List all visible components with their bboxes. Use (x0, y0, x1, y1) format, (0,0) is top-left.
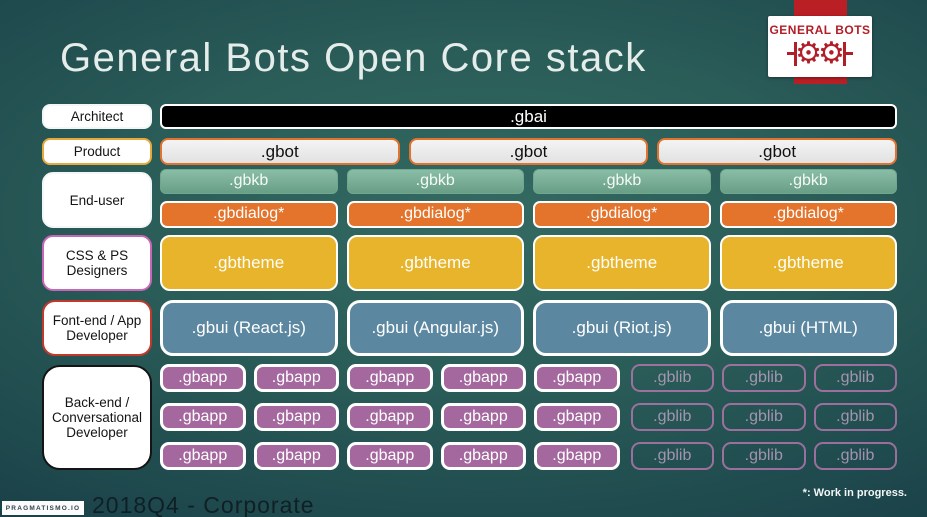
gbtheme-box: .gbtheme (160, 235, 338, 291)
gblib-box: .gblib (630, 442, 714, 470)
gblib-box: .gblib (813, 364, 897, 392)
gbai-row: .gbai (160, 104, 897, 129)
gears-icon: ⚙ ⚙ (787, 37, 853, 71)
footer-date-label: 2018Q4 - Corporate (92, 492, 315, 517)
gbkb-box: .gbkb (160, 169, 338, 194)
pragmatismo-logo: PRAGMATISMO.IO (2, 501, 84, 515)
gbapp-box: .gbapp (347, 403, 433, 431)
gbdialog-box: .gbdialog* (346, 201, 524, 228)
gblib-box: .gblib (722, 442, 806, 470)
gbapp-box: .gbapp (534, 403, 620, 431)
gear-stub-icon (787, 52, 795, 55)
gear-stub-icon (845, 52, 853, 55)
gbdialog-row: .gbdialog* .gbdialog* .gbdialog* .gbdial… (160, 201, 897, 228)
gbdialog-box: .gbdialog* (160, 201, 338, 228)
gbapp-box: .gbapp (160, 364, 246, 392)
gbkb-row: .gbkb .gbkb .gbkb .gbkb (160, 169, 897, 194)
role-architect: Architect (42, 104, 152, 129)
gbapp-box: .gbapp (160, 403, 246, 431)
gblib-box: .gblib (813, 442, 897, 470)
gbapp-gblib-row: .gbapp .gbapp .gbapp .gbapp .gbapp .gbli… (160, 364, 897, 392)
gbapp-box: .gbapp (347, 442, 433, 470)
gbot-box: .gbot (657, 138, 898, 165)
general-bots-logo: GENERAL BOTS ⚙ ⚙ (768, 16, 872, 77)
gbapp-box: .gbapp (160, 442, 246, 470)
work-in-progress-note: *: Work in progress. (802, 487, 907, 499)
gblib-box: .gblib (813, 403, 897, 431)
gbapp-box: .gbapp (253, 442, 339, 470)
gbui-riot-box: .gbui (Riot.js) (533, 300, 711, 356)
gbapp-box: .gbapp (440, 403, 526, 431)
gbui-angular-box: .gbui (Angular.js) (346, 300, 524, 356)
gblib-box: .gblib (630, 364, 714, 392)
gbui-html-box: .gbui (HTML) (719, 300, 897, 356)
role-backend-conversational-developer: Back-end / Conversational Developer (42, 365, 152, 470)
gbdialog-box: .gbdialog* (533, 201, 711, 228)
page-title: General Bots Open Core stack (60, 36, 647, 80)
slide-canvas: GENERAL BOTS ⚙ ⚙ General Bots Open Core … (0, 0, 927, 517)
gbapp-box: .gbapp (347, 364, 433, 392)
gbtheme-box: .gbtheme (719, 235, 897, 291)
gbapp-gblib-row: .gbapp .gbapp .gbapp .gbapp .gbapp .gbli… (160, 403, 897, 431)
gbot-row: .gbot .gbot .gbot (160, 138, 898, 165)
role-product: Product (42, 138, 152, 165)
gbapp-box: .gbapp (253, 403, 339, 431)
role-css-ps-designers: CSS & PS Designers (42, 235, 152, 291)
gblib-box: .gblib (722, 364, 806, 392)
gbai-box: .gbai (160, 104, 897, 129)
gbkb-box: .gbkb (533, 169, 711, 194)
gblib-box: .gblib (630, 403, 714, 431)
gbapp-gblib-row: .gbapp .gbapp .gbapp .gbapp .gbapp .gbli… (160, 442, 897, 470)
gbot-box: .gbot (160, 138, 400, 165)
gblib-box: .gblib (722, 403, 806, 431)
gbapp-box: .gbapp (440, 364, 526, 392)
gbtheme-row: .gbtheme .gbtheme .gbtheme .gbtheme (160, 235, 897, 291)
role-end-user: End-user (42, 172, 152, 228)
gbapp-box: .gbapp (440, 442, 526, 470)
gbot-box: .gbot (408, 138, 649, 165)
gbui-react-box: .gbui (React.js) (160, 300, 338, 356)
gbapp-box: .gbapp (253, 364, 339, 392)
gbkb-box: .gbkb (719, 169, 897, 194)
gbapp-box: .gbapp (534, 364, 620, 392)
gbkb-box: .gbkb (346, 169, 524, 194)
gbdialog-box: .gbdialog* (719, 201, 897, 228)
logo-brand-text: GENERAL BOTS (769, 22, 871, 37)
gbui-row: .gbui (React.js) .gbui (Angular.js) .gbu… (160, 300, 897, 356)
gbapp-box: .gbapp (534, 442, 620, 470)
gear-icon: ⚙ (818, 35, 845, 71)
gbtheme-box: .gbtheme (533, 235, 711, 291)
role-frontend-app-developer: Font-end / App Developer (42, 300, 152, 356)
gbtheme-box: .gbtheme (346, 235, 524, 291)
